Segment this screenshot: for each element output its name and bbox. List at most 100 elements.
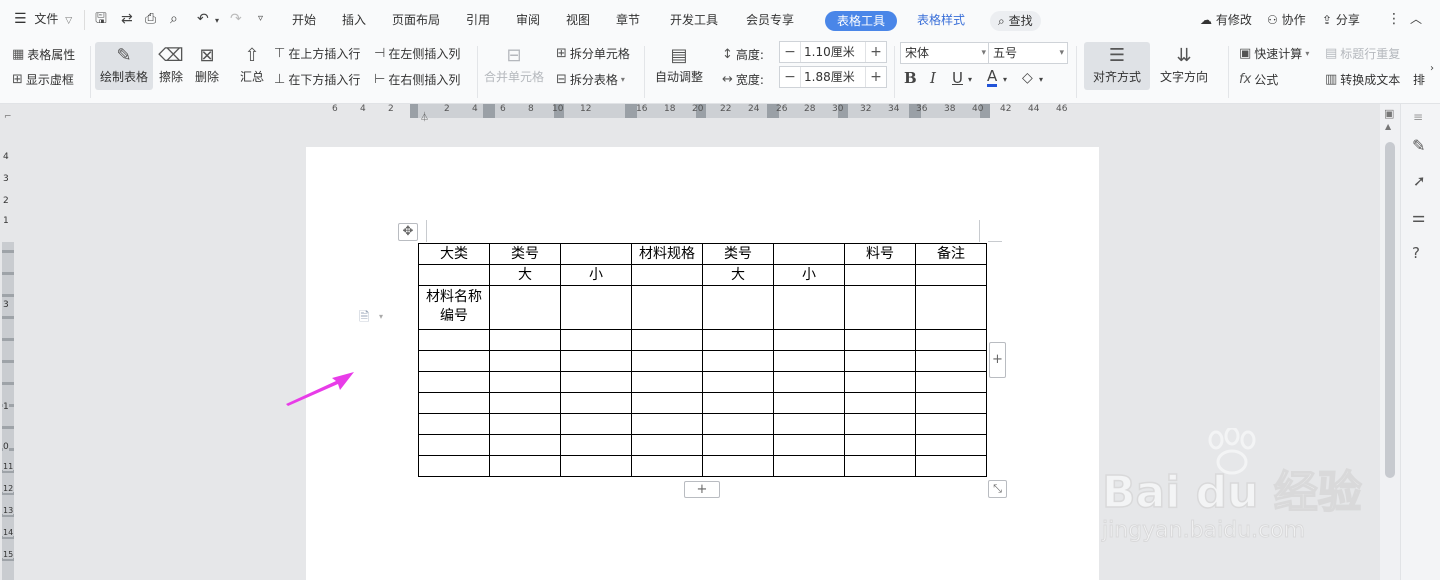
table-cell[interactable] [773,329,845,351]
draw-table-button[interactable]: ✎ 绘制表格 [95,42,153,90]
font-size-select[interactable]: 五号 ▾ [988,42,1068,64]
table-cell[interactable] [489,350,561,372]
height-stepper[interactable]: − 1.10厘米 + [779,41,887,63]
undo-dropdown-icon[interactable]: ▾ [215,12,219,30]
underline-dropdown-icon[interactable]: ▾ [968,71,972,89]
undo-icon[interactable]: ↶ [197,10,209,28]
table-cell[interactable] [915,413,987,435]
split-table-button[interactable]: ⊟ 拆分表格 ▾ [556,71,625,88]
table-cell[interactable] [418,264,490,286]
table-cell[interactable] [773,413,845,435]
table-cell[interactable] [418,392,490,414]
table-cell[interactable] [702,350,774,372]
table-cell[interactable] [844,413,916,435]
scrollbar-thumb[interactable] [1385,142,1395,478]
table-cell[interactable] [773,371,845,393]
resize-table-icon[interactable]: ⤡ [988,480,1007,498]
table-cell[interactable] [631,392,703,414]
table-cell[interactable] [702,455,774,477]
table-cell[interactable] [418,329,490,351]
vertical-scrollbar[interactable]: ▣ ▲ [1380,104,1400,580]
settings-sliders-icon[interactable]: ⚌ [1412,208,1425,226]
table-cell[interactable] [915,455,987,477]
table-cell[interactable]: 料号 [844,243,916,265]
export-icon[interactable]: ⇄ [121,10,133,28]
table-cell[interactable]: 小 [560,264,632,286]
tab-insert[interactable]: 插入 [342,11,366,28]
font-color-icon[interactable]: A [987,68,998,87]
table-cell[interactable] [631,434,703,456]
search-button[interactable]: ⌕ 查找 [990,11,1041,31]
share-button[interactable]: ⇪ 分享 [1322,11,1360,28]
table-cell[interactable] [773,455,845,477]
decrease-width-icon[interactable]: − [780,69,800,85]
height-input[interactable]: 1.10厘米 [800,42,866,62]
table-cell[interactable] [631,455,703,477]
table-cell[interactable]: 类号 [702,243,774,265]
table-cell[interactable]: 材料名称编号 [418,285,490,330]
print-preview-icon[interactable]: ⌕ [170,10,178,28]
tab-page-layout[interactable]: 页面布局 [392,11,440,28]
table-cell[interactable] [560,285,632,330]
font-color-dropdown-icon[interactable]: ▾ [1003,71,1007,89]
table-cell[interactable] [844,285,916,330]
table-cell[interactable] [915,371,987,393]
tab-table-style[interactable]: 表格样式 [917,11,965,28]
align-button[interactable]: ☰ 对齐方式 [1084,42,1150,90]
width-input[interactable]: 1.88厘米 [800,67,866,87]
table-cell[interactable] [915,264,987,286]
table-cell[interactable] [489,455,561,477]
edit-pen-icon[interactable]: ✎ [1412,136,1425,155]
table-cell[interactable]: 备注 [915,243,987,265]
table-cell[interactable] [915,434,987,456]
increase-height-icon[interactable]: + [866,44,886,60]
table-cell[interactable] [489,413,561,435]
data-table[interactable]: 大类 类号 材料规格 类号 料号 备注 大 小 大 小 材料名称编号 [418,243,987,477]
table-cell[interactable] [702,285,774,330]
table-cell[interactable] [773,392,845,414]
table-cell[interactable] [631,285,703,330]
table-cell[interactable] [702,392,774,414]
table-cell[interactable] [915,350,987,372]
horizontal-ruler[interactable]: 6 4 2 2 4 6 8 10 12 16 18 20 22 24 26 28… [306,104,1380,123]
text-direction-button[interactable]: ⇊ 文字方向 [1160,42,1208,85]
tab-review[interactable]: 审阅 [516,11,540,28]
auto-adjust-button[interactable]: ▤ 自动调整 [655,42,703,85]
italic-icon[interactable]: I [930,69,936,87]
insert-row-above-button[interactable]: ⊤ 在上方插入行 [274,45,360,62]
underline-icon[interactable]: U [952,69,963,87]
save-icon[interactable]: 🖫 [95,10,107,28]
table-cell[interactable] [560,371,632,393]
table-cell[interactable] [418,371,490,393]
table-cell[interactable]: 类号 [489,243,561,265]
convert-to-text-button[interactable]: ▥ 转换成文本 [1325,71,1400,88]
table-cell[interactable] [631,350,703,372]
tab-developer[interactable]: 开发工具 [670,11,718,28]
print-icon[interactable]: ⎙ [145,10,156,28]
table-cell[interactable] [702,371,774,393]
add-column-button[interactable]: + [989,342,1006,378]
width-stepper[interactable]: − 1.88厘米 + [779,66,887,88]
table-properties-button[interactable]: ▦ 表格属性 [12,46,75,63]
table-cell[interactable] [773,350,845,372]
scroll-options-icon[interactable]: ▣ [1384,107,1394,120]
table-cell[interactable] [418,350,490,372]
tab-references[interactable]: 引用 [466,11,490,28]
table-cell[interactable] [418,413,490,435]
table-cell[interactable] [773,243,845,265]
delete-button[interactable]: ⊠ 删除 [193,42,221,85]
tab-table-tools[interactable]: 表格工具 [825,11,898,31]
table-cell[interactable] [915,329,987,351]
file-menu[interactable]: ☰ 文件 ▽ [14,10,72,27]
table-cell[interactable] [844,264,916,286]
erase-button[interactable]: ⌫ 擦除 [157,42,185,85]
tab-start[interactable]: 开始 [292,11,316,28]
bold-icon[interactable]: B [904,69,917,87]
table-cell[interactable] [489,392,561,414]
tab-view[interactable]: 视图 [566,11,590,28]
table-cell[interactable] [631,413,703,435]
help-icon[interactable]: ? [1412,244,1420,262]
table-cell[interactable] [915,392,987,414]
tab-member[interactable]: 会员专享 [746,11,794,28]
chevron-down-icon[interactable]: ▾ [379,312,383,321]
